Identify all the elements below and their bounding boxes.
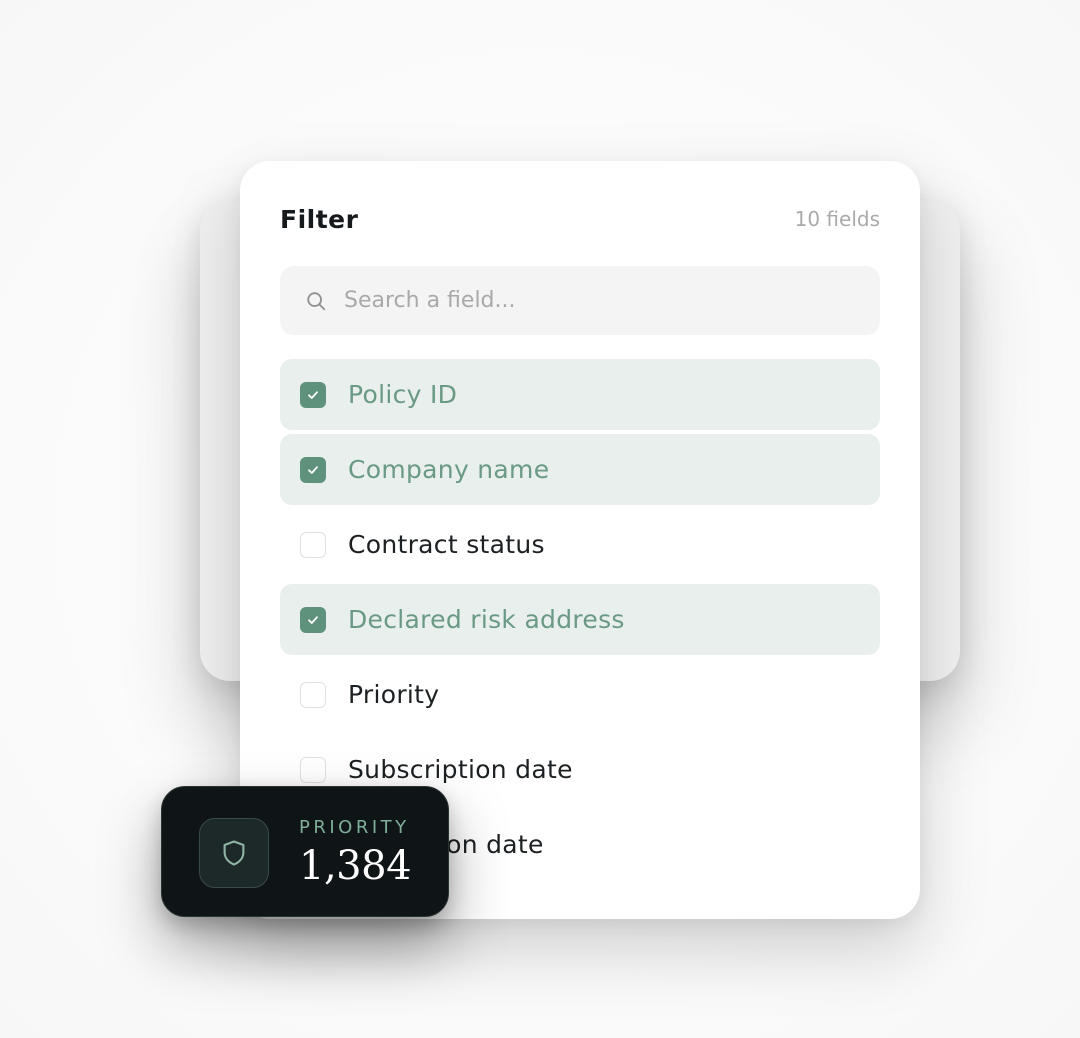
check-icon (308, 390, 318, 399)
field-option-policy-id[interactable]: Policy ID (280, 359, 880, 430)
priority-stat-card: PRIORITY 1,384 (161, 786, 449, 917)
stat-value: 1,384 (299, 843, 412, 889)
checkbox-checked[interactable] (300, 381, 326, 408)
checkbox-unchecked[interactable] (300, 531, 326, 558)
filter-title: Filter (280, 204, 359, 234)
field-label: Company name (348, 455, 550, 484)
checkbox-unchecked[interactable] (300, 756, 326, 783)
search-input[interactable] (344, 288, 844, 313)
field-label: Declared risk address (348, 605, 625, 634)
field-option-contract-status[interactable]: Contract status (280, 509, 880, 580)
field-label: Policy ID (348, 380, 458, 409)
field-count: 10 fields (794, 207, 880, 231)
checkbox-checked[interactable] (300, 456, 326, 483)
search-icon (304, 289, 328, 313)
stat-icon-container (199, 818, 269, 888)
shield-icon (223, 840, 245, 866)
checkbox-unchecked[interactable] (300, 681, 326, 708)
filter-header: Filter 10 fields (280, 201, 880, 237)
stage: Filter 10 fields Policy ID (0, 0, 1080, 1038)
field-option-priority[interactable]: Priority (280, 659, 880, 730)
check-icon (308, 465, 318, 474)
field-label: Contract status (348, 530, 545, 559)
field-option-declared-risk-address[interactable]: Declared risk address (280, 584, 880, 655)
stat-label: PRIORITY (299, 817, 410, 838)
check-icon (308, 615, 318, 624)
search-box[interactable] (280, 266, 880, 335)
field-label: Subscription date (348, 755, 573, 784)
field-label: Priority (348, 680, 440, 709)
field-option-company-name[interactable]: Company name (280, 434, 880, 505)
checkbox-checked[interactable] (300, 606, 326, 633)
